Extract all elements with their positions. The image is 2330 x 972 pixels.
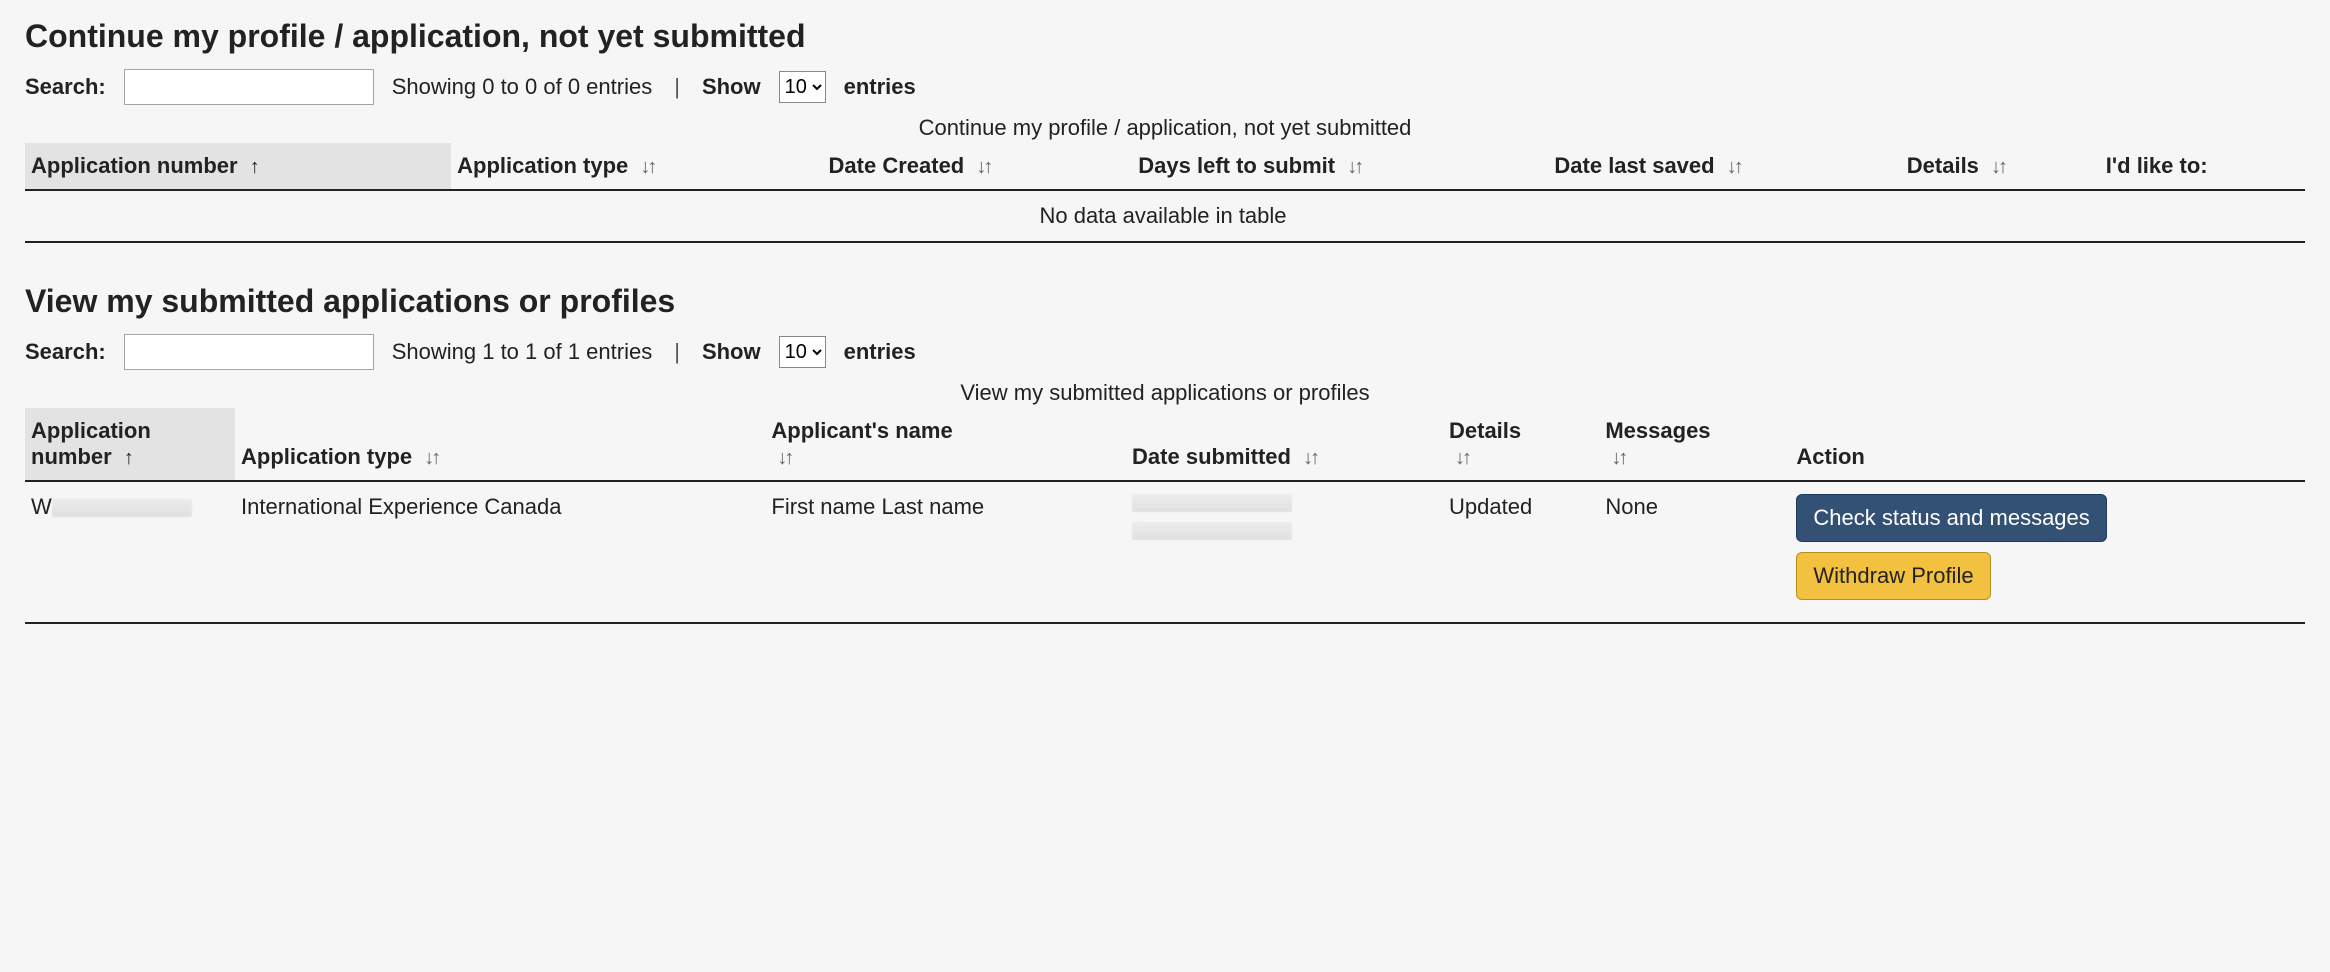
entries-label: entries bbox=[844, 339, 916, 365]
sort-both-icon: ↓↑ bbox=[1455, 447, 1469, 470]
sort-both-icon: ↓↑ bbox=[1991, 156, 2005, 179]
show-label: Show bbox=[702, 74, 761, 100]
sort-both-icon: ↓↑ bbox=[1303, 447, 1317, 470]
continue-entries-select[interactable]: 10 bbox=[779, 71, 826, 103]
submitted-search-input[interactable] bbox=[124, 334, 374, 370]
col-label: Details bbox=[1449, 418, 1521, 443]
cell-messages: None bbox=[1599, 481, 1790, 623]
submitted-section-title: View my submitted applications or profil… bbox=[25, 283, 2305, 320]
col-label: Messages bbox=[1605, 418, 1710, 443]
continue-controls: Search: Showing 0 to 0 of 0 entries | Sh… bbox=[25, 69, 2305, 105]
sort-asc-icon: ↑ bbox=[124, 447, 134, 470]
col-label: Action bbox=[1796, 444, 1864, 469]
col-date-submitted[interactable]: Date submitted ↓↑ bbox=[1126, 408, 1443, 481]
col-label: Date submitted bbox=[1132, 444, 1291, 469]
entries-label: entries bbox=[844, 74, 916, 100]
submitted-entries-select[interactable]: 10 bbox=[779, 336, 826, 368]
continue-search-input[interactable] bbox=[124, 69, 374, 105]
continue-table-caption: Continue my profile / application, not y… bbox=[25, 115, 2305, 141]
redacted-text bbox=[1132, 494, 1292, 512]
sort-both-icon: ↓↑ bbox=[640, 156, 654, 179]
col-label: Application type bbox=[457, 153, 628, 178]
search-label: Search: bbox=[25, 339, 106, 365]
col-label: Application type bbox=[241, 444, 412, 469]
col-action: Action bbox=[1790, 408, 2305, 481]
show-label: Show bbox=[702, 339, 761, 365]
table-row: W International Experience Canada First … bbox=[25, 481, 2305, 623]
cell-action: Check status and messages Withdraw Profi… bbox=[1790, 481, 2305, 623]
submitted-controls: Search: Showing 1 to 1 of 1 entries | Sh… bbox=[25, 334, 2305, 370]
sort-both-icon: ↓↑ bbox=[976, 156, 990, 179]
col-label: Application number bbox=[31, 153, 238, 178]
col-id-like-to: I'd like to: bbox=[2100, 143, 2305, 190]
withdraw-profile-button[interactable]: Withdraw Profile bbox=[1796, 552, 1990, 600]
redacted-text bbox=[52, 499, 192, 517]
col-label: Days left to submit bbox=[1138, 153, 1335, 178]
col-application-type[interactable]: Application type ↓↑ bbox=[235, 408, 765, 481]
table-row-empty: No data available in table bbox=[25, 190, 2305, 242]
cell-application-number: W bbox=[25, 481, 235, 623]
col-date-last-saved[interactable]: Date last saved ↓↑ bbox=[1548, 143, 1900, 190]
col-label: I'd like to: bbox=[2106, 153, 2208, 178]
submitted-table: Application number ↑ Application type ↓↑… bbox=[25, 408, 2305, 624]
col-messages[interactable]: Messages ↓↑ bbox=[1599, 408, 1790, 481]
app-number-prefix: W bbox=[31, 494, 52, 519]
col-application-number[interactable]: Application number ↑ bbox=[25, 143, 451, 190]
col-details[interactable]: Details ↓↑ bbox=[1901, 143, 2100, 190]
col-details[interactable]: Details ↓↑ bbox=[1443, 408, 1599, 481]
check-status-button[interactable]: Check status and messages bbox=[1796, 494, 2106, 542]
sort-both-icon: ↓↑ bbox=[1611, 447, 1625, 470]
cell-date-submitted bbox=[1126, 481, 1443, 623]
submitted-showing-text: Showing 1 to 1 of 1 entries bbox=[392, 339, 653, 365]
sort-both-icon: ↓↑ bbox=[1727, 156, 1741, 179]
col-application-number[interactable]: Application number ↑ bbox=[25, 408, 235, 481]
continue-section-title: Continue my profile / application, not y… bbox=[25, 18, 2305, 55]
col-label: Date Created bbox=[829, 153, 965, 178]
col-application-type[interactable]: Application type ↓↑ bbox=[451, 143, 822, 190]
submitted-table-caption: View my submitted applications or profil… bbox=[25, 380, 2305, 406]
sort-both-icon: ↓↑ bbox=[777, 447, 791, 470]
continue-table: Application number ↑ Application type ↓↑… bbox=[25, 143, 2305, 243]
search-label: Search: bbox=[25, 74, 106, 100]
col-label: Details bbox=[1907, 153, 1979, 178]
no-data-cell: No data available in table bbox=[25, 190, 2305, 242]
continue-showing-text: Showing 0 to 0 of 0 entries bbox=[392, 74, 653, 100]
redacted-text bbox=[1132, 522, 1292, 540]
cell-applicant-name: First name Last name bbox=[765, 481, 1126, 623]
col-days-left[interactable]: Days left to submit ↓↑ bbox=[1132, 143, 1548, 190]
cell-details: Updated bbox=[1443, 481, 1599, 623]
col-applicant-name[interactable]: Applicant's name ↓↑ bbox=[765, 408, 1126, 481]
sort-both-icon: ↓↑ bbox=[424, 447, 438, 470]
cell-application-type: International Experience Canada bbox=[235, 481, 765, 623]
col-label: Applicant's name bbox=[771, 418, 952, 443]
col-date-created[interactable]: Date Created ↓↑ bbox=[823, 143, 1133, 190]
sort-asc-icon: ↑ bbox=[250, 156, 260, 179]
sort-both-icon: ↓↑ bbox=[1347, 156, 1361, 179]
col-label: Date last saved bbox=[1554, 153, 1714, 178]
divider: | bbox=[674, 339, 680, 365]
divider: | bbox=[674, 74, 680, 100]
